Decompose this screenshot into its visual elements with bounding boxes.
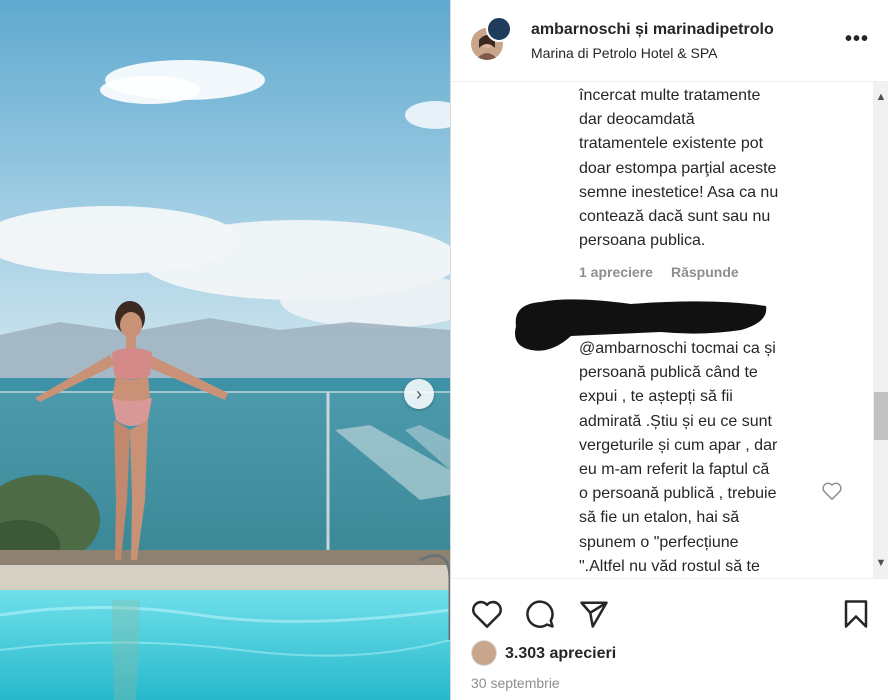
scroll-down-arrow-icon[interactable]: ▼ <box>873 548 888 578</box>
more-horizontal-icon: ••• <box>845 28 870 50</box>
collaborator-avatar[interactable] <box>486 16 512 42</box>
comment-line: doar estompa parţial aceste <box>579 159 777 177</box>
comment-line: încercat multe tratamente <box>579 87 761 104</box>
mention-link[interactable]: @ambarnoschi <box>579 340 687 357</box>
photo-illustration <box>0 0 450 700</box>
comment-like-heart-icon[interactable] <box>821 481 843 501</box>
paper-plane-icon[interactable] <box>579 599 609 629</box>
comment-text: încercat multe tratamente dar deocamdată… <box>579 84 819 253</box>
comment-likes[interactable]: 1 apreciere <box>579 264 653 280</box>
comment-line: persoana publica. <box>579 232 706 250</box>
chevron-right-icon: › <box>416 383 422 404</box>
post-detail-panel: ambarnoschi și marinadipetrolo Marina di… <box>450 0 888 700</box>
comment-line: expui , te aștepți să fii <box>579 388 733 406</box>
reply-button[interactable]: Răspunde <box>671 264 739 280</box>
comment-line: @ambarnoschi tocmai ca și <box>579 337 819 361</box>
liker-avatar[interactable] <box>471 640 497 666</box>
comments-list: încercat multe tratamente dar deocamdată… <box>451 82 873 578</box>
post-actions: 3.303 aprecieri 30 septembrie <box>451 578 888 700</box>
more-options-button[interactable]: ••• <box>845 28 869 51</box>
next-photo-button[interactable]: › <box>404 379 434 409</box>
comment-line: persoană publică când te <box>579 364 758 382</box>
comment-line: contează dacă sunt sau nu <box>579 208 771 226</box>
post-header: ambarnoschi și marinadipetrolo Marina di… <box>451 0 888 82</box>
post-date[interactable]: 30 septembrie <box>471 675 560 691</box>
post-authors[interactable]: ambarnoschi și marinadipetrolo <box>531 21 774 39</box>
comment-line: să fie un etalon, hai să <box>579 509 740 527</box>
comment-line: ".Altfel nu văd rostul să te <box>579 557 760 575</box>
comment-line-rest: tocmai ca și <box>686 340 776 357</box>
comment-line: dar deocamdată <box>579 111 695 129</box>
bookmark-icon[interactable] <box>843 599 869 629</box>
comment-line: spunem o "perfecțiune <box>579 533 739 551</box>
comment-line: o persoană publică , trebuie <box>579 485 777 503</box>
comment-line: vergeturile și cum apar , dar <box>579 436 778 454</box>
scrollbar-thumb[interactable] <box>874 392 888 440</box>
comment-line: eu m-am referit la faptul că <box>579 461 770 479</box>
comments-scrollbar[interactable]: ▲ ▼ <box>873 82 888 578</box>
comment-line: semne inestetice! Asa ca nu <box>579 183 779 201</box>
comment-bubble-icon[interactable] <box>525 599 555 629</box>
post-location[interactable]: Marina di Petrolo Hotel & SPA <box>531 45 718 61</box>
scroll-up-arrow-icon[interactable]: ▲ <box>873 82 888 112</box>
heart-icon[interactable] <box>471 599 503 629</box>
comment-text: @ambarnoschi tocmai ca și persoană publi… <box>579 337 819 578</box>
comment-line: admirată .Știu și eu ce sunt <box>579 412 772 430</box>
post-photo[interactable] <box>0 0 450 700</box>
likes-count[interactable]: 3.303 aprecieri <box>505 645 616 663</box>
comment-line: tratamentele existente pot <box>579 135 764 153</box>
